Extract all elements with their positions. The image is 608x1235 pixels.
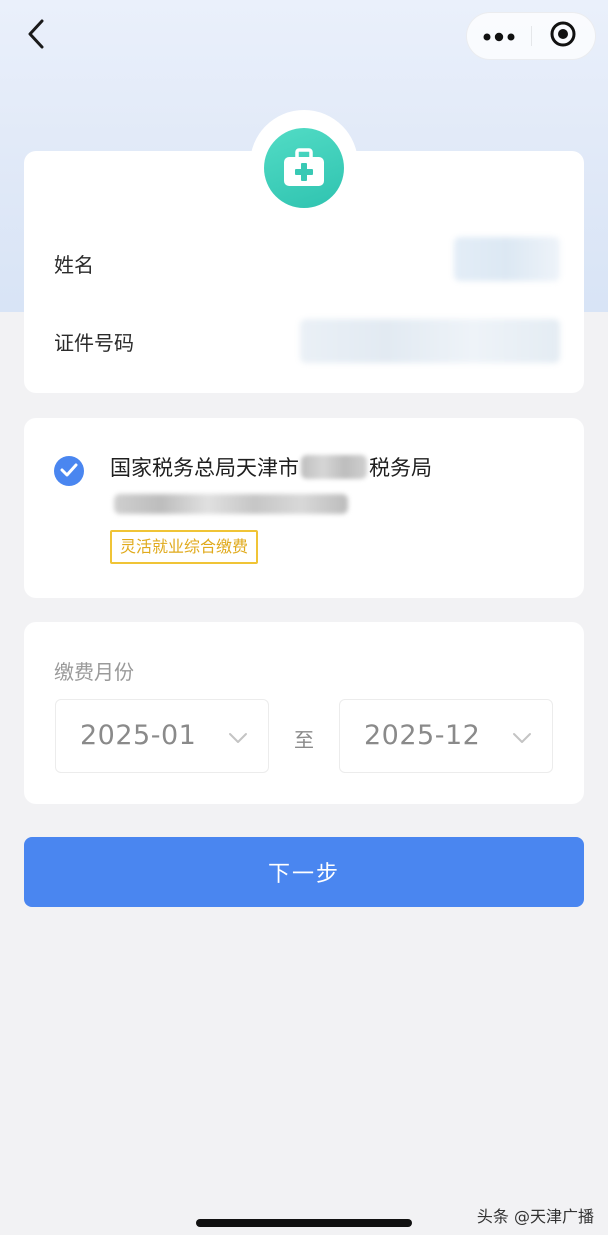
end-month-select[interactable]: 2025-12 (339, 699, 553, 773)
payment-month-card: 缴费月份 2025-01 至 2025-12 (24, 622, 584, 804)
back-button[interactable] (18, 18, 54, 54)
more-dots-icon (483, 27, 515, 46)
taxpayer-info-redacted (114, 494, 348, 514)
more-button[interactable] (467, 12, 531, 60)
target-close-icon (549, 20, 577, 52)
month-range-separator: 至 (294, 728, 314, 752)
id-number-value-redacted (300, 319, 560, 363)
home-indicator[interactable] (196, 1219, 412, 1227)
tax-bureau-name-prefix: 国家税务总局天津市 (110, 456, 299, 480)
tax-bureau-name: 国家税务总局天津市 税务局 (110, 452, 432, 482)
chevron-down-icon (512, 729, 532, 748)
payment-type-tag: 灵活就业综合缴费 (110, 530, 259, 564)
id-number-label: 证件号码 (54, 331, 134, 355)
medical-kit-icon (264, 128, 344, 208)
tax-bureau-card[interactable]: 国家税务总局天津市 税务局 灵活就业综合缴费 (24, 418, 584, 598)
name-value-redacted (454, 237, 560, 281)
payment-month-label: 缴费月份 (54, 660, 134, 684)
next-step-button[interactable]: 下一步 (24, 837, 584, 907)
watermark: 头条 @天津广播 (476, 1207, 594, 1226)
mini-program-capsule (466, 12, 596, 60)
chevron-left-icon (26, 18, 46, 54)
end-month-value: 2025-12 (364, 720, 481, 751)
close-button[interactable] (532, 12, 596, 60)
selected-checkbox[interactable] (54, 456, 84, 486)
start-month-select[interactable]: 2025-01 (55, 699, 269, 773)
chevron-down-icon (228, 729, 248, 748)
name-label: 姓名 (54, 253, 94, 277)
start-month-value: 2025-01 (80, 720, 197, 751)
checkmark-icon (60, 462, 78, 481)
tax-bureau-name-suffix: 税务局 (369, 456, 432, 480)
district-redacted (301, 455, 367, 479)
